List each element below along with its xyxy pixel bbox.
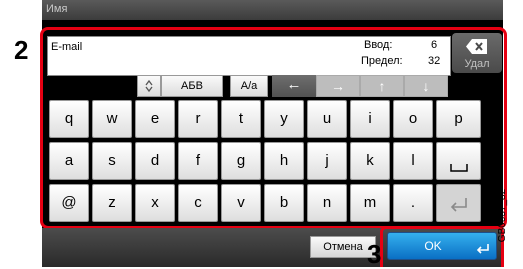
- key-n[interactable]: n: [307, 184, 347, 222]
- key-t[interactable]: t: [221, 100, 261, 138]
- delete-button[interactable]: Удал: [452, 33, 502, 73]
- input-count: 6: [431, 39, 438, 51]
- key-z[interactable]: z: [92, 184, 132, 222]
- key-h[interactable]: h: [264, 142, 304, 180]
- limit-label: Предел:: [361, 55, 403, 67]
- space-icon: [449, 164, 468, 172]
- key-s[interactable]: s: [92, 142, 132, 180]
- key-u[interactable]: u: [307, 100, 347, 138]
- key-f[interactable]: f: [178, 142, 218, 180]
- figure-id-label: GB0057_82: [497, 188, 509, 243]
- key-at[interactable]: @: [49, 184, 89, 222]
- key-y[interactable]: y: [264, 100, 304, 138]
- key-e[interactable]: e: [135, 100, 175, 138]
- key-period[interactable]: .: [393, 184, 433, 222]
- enter-icon: [450, 198, 467, 212]
- key-w[interactable]: w: [92, 100, 132, 138]
- title-bar: Имя: [42, 0, 503, 20]
- input-count-label: Ввод:: [364, 39, 393, 51]
- cursor-down-button: ↓: [404, 75, 448, 97]
- key-v[interactable]: v: [221, 184, 261, 222]
- key-k[interactable]: k: [350, 142, 390, 180]
- delete-label: Удал: [464, 58, 490, 70]
- key-a[interactable]: a: [49, 142, 89, 180]
- key-q[interactable]: q: [49, 100, 89, 138]
- up-arrow-icon: ↑: [378, 78, 386, 94]
- name-input-value: E-mail: [51, 41, 83, 53]
- key-m[interactable]: m: [350, 184, 390, 222]
- key-enter: [436, 184, 481, 222]
- left-arrow-icon: ←: [286, 76, 302, 93]
- cursor-left-button[interactable]: ←: [272, 75, 316, 97]
- key-c[interactable]: c: [178, 184, 218, 222]
- mode-button[interactable]: АБВ: [161, 75, 223, 97]
- key-l[interactable]: l: [393, 142, 433, 180]
- key-p[interactable]: p: [436, 100, 481, 138]
- key-o[interactable]: o: [393, 100, 433, 138]
- key-j[interactable]: j: [307, 142, 347, 180]
- dialog-title: Имя: [46, 3, 68, 15]
- cursor-up-button: ↑: [360, 75, 404, 97]
- figure-id: GB0057_82: [497, 180, 523, 260]
- limit-count: 32: [428, 55, 441, 67]
- down-arrow-icon: ↓: [422, 78, 430, 94]
- key-space[interactable]: [436, 142, 481, 180]
- case-toggle-button[interactable]: A/a: [230, 75, 268, 97]
- key-x[interactable]: x: [135, 184, 175, 222]
- up-down-chevron-icon: [145, 79, 153, 93]
- callout-3: 3: [367, 239, 382, 269]
- key-b[interactable]: b: [264, 184, 304, 222]
- backspace-icon: [466, 39, 487, 54]
- cursor-right-button: →: [316, 75, 360, 97]
- key-i[interactable]: i: [350, 100, 390, 138]
- key-g[interactable]: g: [221, 142, 261, 180]
- key-r[interactable]: r: [178, 100, 218, 138]
- mode-toggle-button[interactable]: [137, 75, 161, 97]
- right-arrow-icon: →: [331, 78, 345, 94]
- callout-2: 2: [14, 35, 29, 65]
- ok-highlight-frame: [380, 226, 504, 267]
- key-d[interactable]: d: [135, 142, 175, 180]
